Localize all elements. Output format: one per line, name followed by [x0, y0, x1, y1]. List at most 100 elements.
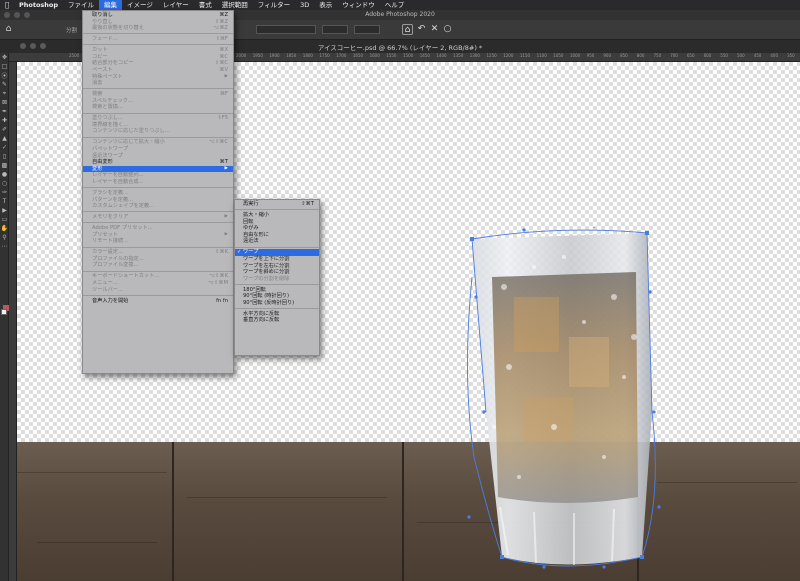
edit-menu-item-label: 検索と置換...	[92, 104, 123, 111]
edit-menu-item-label: プロファイル変換...	[92, 262, 139, 269]
transform-menu-item[interactable]: 拡大・縮小	[235, 212, 319, 219]
ruler-tick-label: 1800	[302, 53, 313, 58]
edit-menu-item: 特殊ペースト ▶	[83, 74, 233, 81]
healing-tool-icon[interactable]: ✚	[0, 116, 9, 125]
transform-menu-item-label: 垂直方向に反転	[243, 317, 280, 324]
hand-tool-icon[interactable]: ✋	[0, 224, 9, 233]
menu-separator	[83, 44, 233, 46]
menu-0[interactable]: ファイル	[63, 0, 99, 10]
menu-separator	[83, 294, 233, 296]
submenu-arrow-icon: ▶	[224, 214, 228, 220]
home-icon[interactable]: ⌂	[3, 24, 14, 35]
transform-menu-item-label: 再実行	[243, 201, 259, 207]
type-tool-icon[interactable]: T	[0, 197, 9, 206]
foreground-color-swatch[interactable]	[1, 309, 7, 315]
transform-menu-item-label: 遠近法	[243, 238, 259, 245]
shape-tool-icon[interactable]: ▭	[0, 215, 9, 224]
more-tools-icon[interactable]: ⋯	[0, 242, 9, 251]
blur-tool-icon[interactable]: ●	[0, 170, 9, 179]
menu-separator	[83, 112, 233, 114]
menu-6[interactable]: フィルター	[253, 0, 295, 10]
menu-7[interactable]: 3D	[295, 0, 314, 10]
edit-menu-item-label: ペースト	[92, 66, 113, 73]
transform-menu-item[interactable]: ✓ ワープ	[235, 249, 319, 256]
transform-menu-item-label: ワープを斜めに分割	[243, 269, 290, 276]
path-select-tool-icon[interactable]: ▶	[0, 206, 9, 215]
dodge-tool-icon[interactable]: ○	[0, 179, 9, 188]
edit-menu-item: メモリをクリア ▶	[83, 214, 233, 221]
transform-menu-item-label: ワープの分割を削除	[243, 275, 290, 282]
edit-menu-item-label: フェード...	[92, 36, 118, 43]
gradient-tool-icon[interactable]: ▩	[0, 161, 9, 170]
crop-tool-icon[interactable]: ⌖	[0, 89, 9, 98]
transform-menu-item[interactable]: ワープを上下に分割	[235, 256, 319, 263]
edit-menu-item: カラー設定... ⇧⌘K	[83, 249, 233, 256]
ruler-tick-label: 1950	[252, 53, 263, 58]
transform-menu-item[interactable]: ゆがみ	[235, 225, 319, 232]
reset-icon[interactable]: ↶	[416, 24, 427, 35]
ruler-tick-label: 1250	[486, 53, 497, 58]
move-tool-icon[interactable]: ✥	[0, 53, 9, 62]
edit-menu-item-shortcut: ⌘T	[219, 159, 228, 166]
edit-menu-item: カスタムシェイプを定義...	[83, 203, 233, 210]
edit-menu-item: 検索と置換...	[83, 104, 233, 111]
edit-menu-item-label: 遠近法ワープ	[92, 152, 123, 159]
eraser-tool-icon[interactable]: ▯	[0, 152, 9, 161]
ruler-tick-label: 450	[753, 53, 762, 58]
edit-menu-item[interactable]: 音声入力を開始 fn fn	[83, 298, 233, 305]
edit-menu-item-shortcut: ⌘Z	[219, 12, 228, 18]
transform-menu-item[interactable]: 90°回転 (反時計回り)	[235, 300, 319, 307]
marquee-tool-icon[interactable]: □	[0, 62, 9, 71]
edit-menu-item-shortcut: ⌥⌘Z	[213, 25, 228, 32]
menu-5[interactable]: 選択範囲	[217, 0, 253, 10]
cancel-transform-icon[interactable]: ✕	[429, 24, 440, 35]
transform-menu-item-label: ゆがみ	[243, 225, 259, 232]
edit-menu-item-label: プリセット	[92, 231, 118, 238]
commit-transform-icon[interactable]: ○	[442, 24, 453, 35]
menu-3[interactable]: レイヤー	[158, 0, 194, 10]
zoom-tool-icon[interactable]: ⚲	[0, 233, 9, 242]
edit-menu-item: パペットワープ	[83, 146, 233, 153]
edit-menu-item-shortcut: ⌘V	[219, 66, 228, 73]
menu-9[interactable]: ウィンドウ	[337, 0, 380, 10]
transform-menu-item[interactable]: 再実行 ⇧⌘T	[235, 201, 319, 208]
warp-style-dropdown[interactable]	[256, 25, 316, 34]
brush-tool-icon[interactable]: ✐	[0, 125, 9, 134]
menu-separator	[235, 209, 319, 211]
menu-separator	[83, 246, 233, 248]
lasso-tool-icon[interactable]: ⦿	[0, 71, 9, 80]
edit-menu-item: 結合部分をコピー ⇧⌘C	[83, 60, 233, 67]
edit-menu-item-label: メモリをクリア	[92, 214, 129, 221]
edit-menu-item-label: パターンを定義...	[92, 196, 133, 203]
transform-menu-item: ワープの分割を削除	[235, 276, 319, 283]
warp-h-field[interactable]	[354, 25, 380, 34]
transform-menu-item[interactable]: ワープを斜めに分割	[235, 269, 319, 276]
edit-menu-item: 消去	[83, 80, 233, 87]
edit-menu-item: リモート接続...	[83, 238, 233, 245]
apple-icon[interactable]: 	[0, 1, 14, 9]
stamp-tool-icon[interactable]: ▲	[0, 134, 9, 143]
menu-10[interactable]: ヘルプ	[380, 0, 410, 10]
transform-menu-item-label: 180°回転	[243, 286, 266, 293]
eyedropper-tool-icon[interactable]: ✒	[0, 107, 9, 116]
menu-2[interactable]: イメージ	[122, 0, 158, 10]
edit-menu-item-shortcut: ⌘C	[219, 53, 228, 60]
menu-app-name[interactable]: Photoshop	[14, 0, 63, 10]
edit-menu-item-label: Adobe PDF プリセット...	[92, 225, 153, 232]
warp-bend-field[interactable]	[322, 25, 348, 34]
pen-tool-icon[interactable]: ✑	[0, 188, 9, 197]
menu-8[interactable]: 表示	[314, 0, 337, 10]
quick-select-tool-icon[interactable]: ✎	[0, 80, 9, 89]
menu-4[interactable]: 書式	[194, 0, 217, 10]
warp-mode-toggle-icon[interactable]: ⌂	[402, 24, 413, 35]
edit-menu-item: レイヤーを自動整列...	[83, 172, 233, 179]
menu-1[interactable]: 編集	[99, 0, 123, 10]
transform-menu-item[interactable]: 90°回転 (時計回り)	[235, 293, 319, 300]
frame-tool-icon[interactable]: ⊠	[0, 98, 9, 107]
history-brush-tool-icon[interactable]: ✓	[0, 143, 9, 152]
edit-menu-item[interactable]: 取り消し ⌘Z	[83, 12, 233, 19]
transform-menu-item[interactable]: 垂直方向に反転	[235, 317, 319, 324]
transform-menu-item[interactable]: 遠近法	[235, 238, 319, 245]
edit-menu-item[interactable]: 自由変形 ⌘T	[83, 159, 233, 166]
edit-menu-item-shortcut: ⌥⇧⌘K	[209, 273, 228, 280]
